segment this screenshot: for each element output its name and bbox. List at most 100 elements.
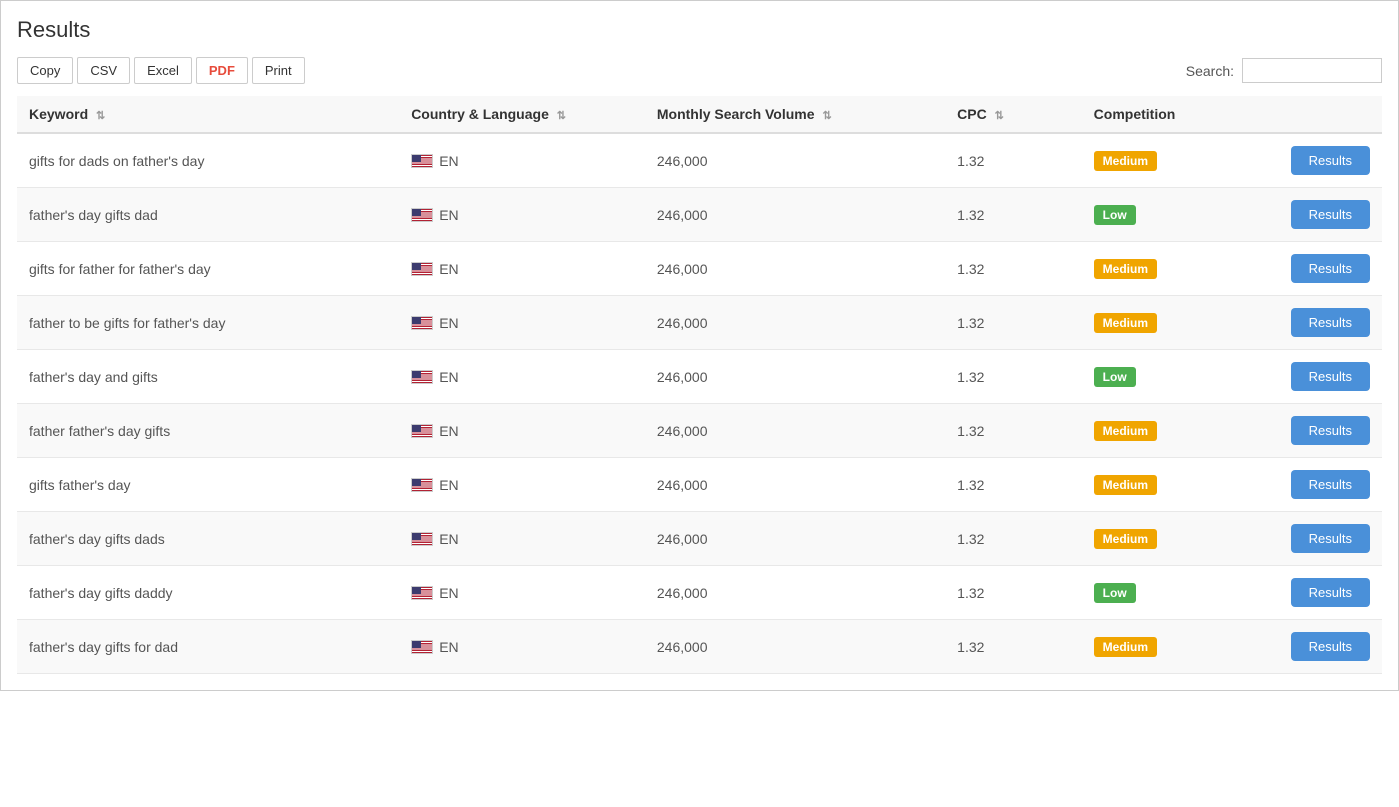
competition-badge: Low xyxy=(1094,367,1136,387)
cell-volume: 246,000 xyxy=(645,566,945,620)
language-code: EN xyxy=(439,315,458,331)
cell-keyword: gifts for father for father's day xyxy=(17,242,399,296)
search-input[interactable] xyxy=(1242,58,1382,83)
table-row: gifts for father for father's day EN 246… xyxy=(17,242,1382,296)
cell-keyword: father father's day gifts xyxy=(17,404,399,458)
flag-icon xyxy=(411,262,433,276)
results-table: Keyword ⇅ Country & Language ⇅ Monthly S… xyxy=(17,96,1382,674)
language-code: EN xyxy=(439,261,458,277)
cell-cpc: 1.32 xyxy=(945,296,1082,350)
cell-keyword: father's day gifts dads xyxy=(17,512,399,566)
excel-button[interactable]: Excel xyxy=(134,57,192,84)
flag-icon xyxy=(411,532,433,546)
cell-volume: 246,000 xyxy=(645,620,945,674)
col-header-country[interactable]: Country & Language ⇅ xyxy=(399,96,645,133)
cell-action: Results xyxy=(1245,188,1382,242)
cell-keyword: father's day and gifts xyxy=(17,350,399,404)
table-row: father to be gifts for father's day EN 2… xyxy=(17,296,1382,350)
competition-badge: Medium xyxy=(1094,313,1157,333)
language-code: EN xyxy=(439,207,458,223)
language-code: EN xyxy=(439,477,458,493)
results-button[interactable]: Results xyxy=(1291,470,1370,499)
cell-country: EN xyxy=(399,350,645,404)
flag-icon xyxy=(411,478,433,492)
cell-action: Results xyxy=(1245,296,1382,350)
cell-country: EN xyxy=(399,133,645,188)
results-button[interactable]: Results xyxy=(1291,200,1370,229)
cell-volume: 246,000 xyxy=(645,296,945,350)
table-row: father's day and gifts EN 246,000 1.32 L… xyxy=(17,350,1382,404)
cell-keyword: gifts for dads on father's day xyxy=(17,133,399,188)
cell-volume: 246,000 xyxy=(645,188,945,242)
search-area: Search: xyxy=(1186,58,1382,83)
language-code: EN xyxy=(439,639,458,655)
sort-icon-cpc: ⇅ xyxy=(995,109,1004,122)
cell-competition: Medium xyxy=(1082,242,1246,296)
copy-button[interactable]: Copy xyxy=(17,57,73,84)
language-code: EN xyxy=(439,585,458,601)
language-code: EN xyxy=(439,531,458,547)
language-code: EN xyxy=(439,423,458,439)
cell-cpc: 1.32 xyxy=(945,188,1082,242)
cell-volume: 246,000 xyxy=(645,242,945,296)
sort-icon-country: ⇅ xyxy=(557,109,566,122)
cell-volume: 246,000 xyxy=(645,512,945,566)
cell-competition: Medium xyxy=(1082,296,1246,350)
language-code: EN xyxy=(439,153,458,169)
table-row: father's day gifts for dad EN 246,000 1.… xyxy=(17,620,1382,674)
col-header-cpc[interactable]: CPC ⇅ xyxy=(945,96,1082,133)
sort-icon-volume: ⇅ xyxy=(822,109,831,122)
cell-action: Results xyxy=(1245,350,1382,404)
cell-volume: 246,000 xyxy=(645,133,945,188)
cell-country: EN xyxy=(399,512,645,566)
cell-action: Results xyxy=(1245,620,1382,674)
cell-keyword: father's day gifts daddy xyxy=(17,566,399,620)
results-button[interactable]: Results xyxy=(1291,416,1370,445)
cell-keyword: father's day gifts dad xyxy=(17,188,399,242)
cell-keyword: father's day gifts for dad xyxy=(17,620,399,674)
pdf-button[interactable]: PDF xyxy=(196,57,248,84)
col-header-volume[interactable]: Monthly Search Volume ⇅ xyxy=(645,96,945,133)
search-label: Search: xyxy=(1186,63,1234,79)
cell-keyword: gifts father's day xyxy=(17,458,399,512)
cell-country: EN xyxy=(399,242,645,296)
table-row: father's day gifts dads EN 246,000 1.32 … xyxy=(17,512,1382,566)
results-button[interactable]: Results xyxy=(1291,308,1370,337)
cell-competition: Medium xyxy=(1082,512,1246,566)
flag-icon xyxy=(411,154,433,168)
cell-volume: 246,000 xyxy=(645,404,945,458)
export-buttons: Copy CSV Excel PDF Print xyxy=(17,57,305,84)
cell-keyword: father to be gifts for father's day xyxy=(17,296,399,350)
results-button[interactable]: Results xyxy=(1291,632,1370,661)
results-button[interactable]: Results xyxy=(1291,524,1370,553)
cell-competition: Medium xyxy=(1082,133,1246,188)
print-button[interactable]: Print xyxy=(252,57,305,84)
table-header-row: Keyword ⇅ Country & Language ⇅ Monthly S… xyxy=(17,96,1382,133)
cell-cpc: 1.32 xyxy=(945,512,1082,566)
cell-competition: Medium xyxy=(1082,620,1246,674)
results-button[interactable]: Results xyxy=(1291,146,1370,175)
cell-volume: 246,000 xyxy=(645,458,945,512)
cell-action: Results xyxy=(1245,133,1382,188)
cell-country: EN xyxy=(399,296,645,350)
cell-action: Results xyxy=(1245,242,1382,296)
cell-cpc: 1.32 xyxy=(945,566,1082,620)
competition-badge: Medium xyxy=(1094,151,1157,171)
competition-badge: Low xyxy=(1094,583,1136,603)
competition-badge: Low xyxy=(1094,205,1136,225)
toolbar: Copy CSV Excel PDF Print Search: xyxy=(17,57,1382,84)
col-header-keyword[interactable]: Keyword ⇅ xyxy=(17,96,399,133)
flag-icon xyxy=(411,208,433,222)
language-code: EN xyxy=(439,369,458,385)
competition-badge: Medium xyxy=(1094,475,1157,495)
competition-badge: Medium xyxy=(1094,637,1157,657)
results-button[interactable]: Results xyxy=(1291,254,1370,283)
csv-button[interactable]: CSV xyxy=(77,57,130,84)
cell-action: Results xyxy=(1245,566,1382,620)
cell-volume: 246,000 xyxy=(645,350,945,404)
flag-icon xyxy=(411,640,433,654)
cell-cpc: 1.32 xyxy=(945,404,1082,458)
results-button[interactable]: Results xyxy=(1291,578,1370,607)
col-header-competition: Competition xyxy=(1082,96,1246,133)
results-button[interactable]: Results xyxy=(1291,362,1370,391)
